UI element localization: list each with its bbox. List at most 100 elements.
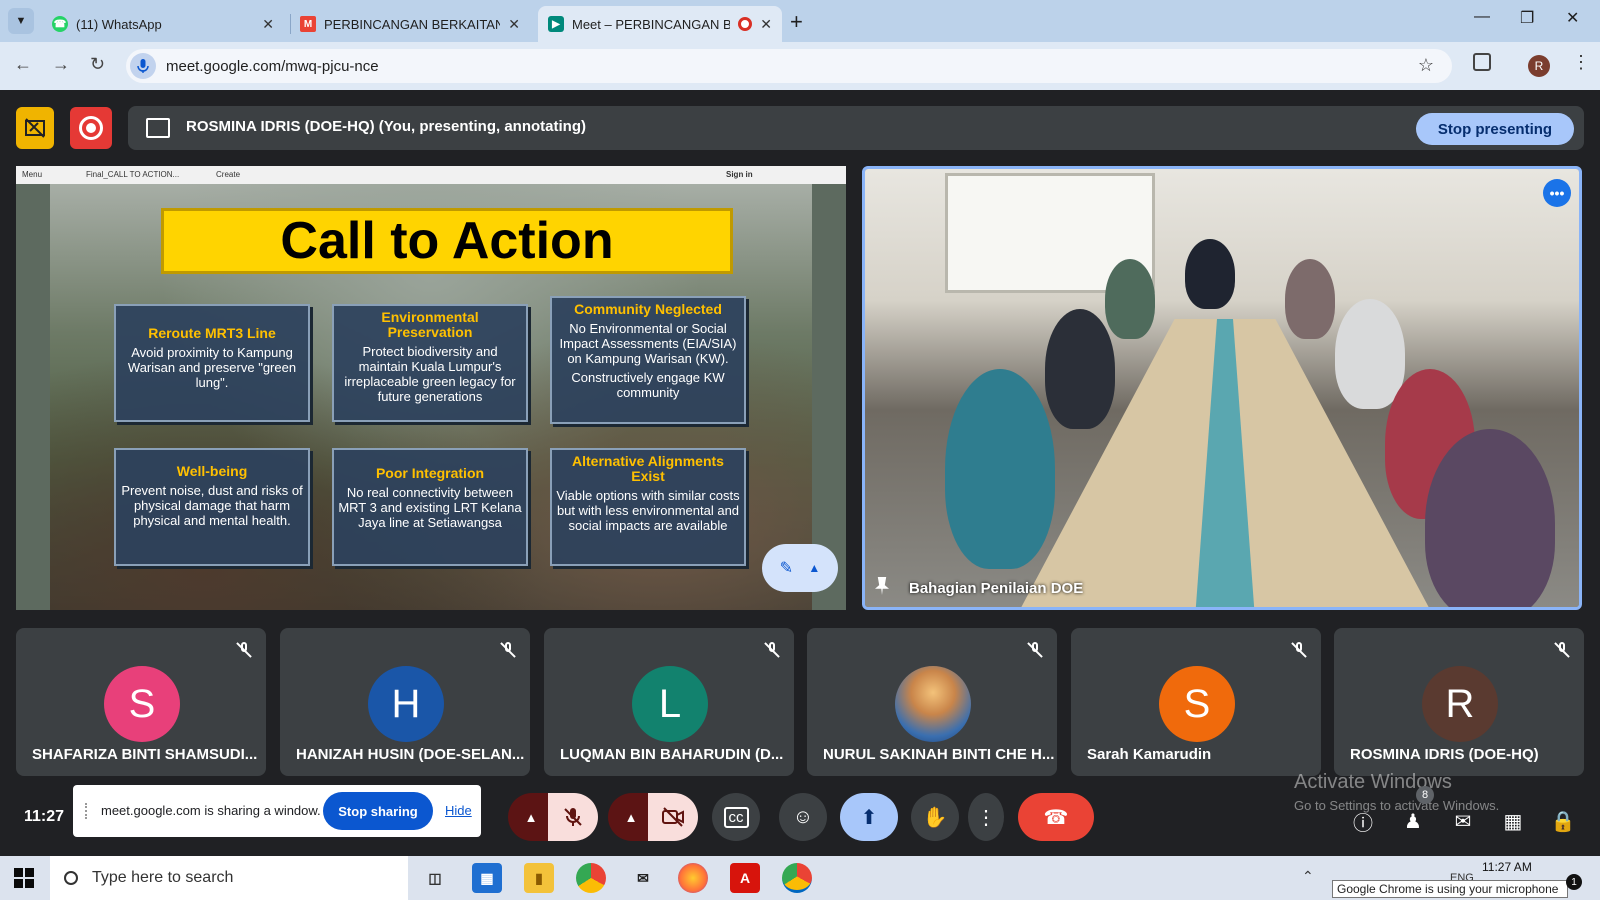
participant-tile[interactable]: NURUL SAKINAH BINTI CHE H... bbox=[807, 628, 1057, 776]
extensions-icon[interactable] bbox=[1473, 53, 1491, 71]
reactions-button[interactable]: ☺ bbox=[779, 793, 827, 841]
close-window-icon[interactable]: ✕ bbox=[1566, 8, 1579, 28]
new-tab-button[interactable]: + bbox=[790, 9, 803, 35]
presentation-tile[interactable]: Menu Final_CALL TO ACTION... Create Sign… bbox=[16, 166, 846, 610]
address-bar-row: ← → ↻ meet.google.com/mwq-pjcu-nce ☆ bbox=[0, 42, 1600, 90]
taskbar-search-input[interactable]: Type here to search bbox=[50, 856, 408, 900]
firefox-icon[interactable] bbox=[678, 863, 708, 893]
profile-avatar[interactable]: R bbox=[1528, 55, 1550, 77]
system-clock[interactable]: 11:27 AM bbox=[1482, 860, 1532, 874]
browser-menu-icon[interactable]: ⋮ bbox=[1572, 52, 1590, 73]
reload-icon[interactable]: ↻ bbox=[90, 54, 105, 75]
activities-icon[interactable]: ▦ bbox=[1500, 808, 1526, 834]
avatar: H bbox=[368, 666, 444, 742]
windows-start-icon[interactable] bbox=[14, 868, 34, 888]
store-icon[interactable]: ▦ bbox=[472, 863, 502, 893]
shared-signin-label: Sign in bbox=[726, 170, 753, 179]
url-input[interactable]: meet.google.com/mwq-pjcu-nce ☆ bbox=[126, 49, 1452, 83]
notification-count-badge[interactable]: 1 bbox=[1566, 874, 1582, 890]
recording-button[interactable] bbox=[70, 107, 112, 149]
more-options-button[interactable]: ⋮ bbox=[968, 793, 1004, 841]
present-now-button[interactable]: ⬆ bbox=[840, 793, 898, 841]
presenting-text: ROSMINA IDRIS (DOE-HQ) (You, presenting,… bbox=[186, 118, 586, 135]
participant-tile[interactable]: L LUQMAN BIN BAHARUDIN (D... bbox=[544, 628, 794, 776]
participant-name: Sarah Kamarudin bbox=[1087, 746, 1212, 763]
present-screen-icon: ⬆ bbox=[860, 806, 878, 829]
minimize-icon[interactable]: — bbox=[1474, 8, 1490, 26]
participant-tile[interactable]: R ROSMINA IDRIS (DOE-HQ) bbox=[1334, 628, 1584, 776]
close-tab-icon[interactable]: ✕ bbox=[262, 16, 274, 33]
sharing-text: meet.google.com is sharing a window. bbox=[101, 803, 321, 818]
tab-whatsapp[interactable]: ☎ (11) WhatsApp ✕ bbox=[42, 6, 284, 42]
raise-hand-button[interactable]: ✋ bbox=[911, 793, 959, 841]
box-heading: Well-being bbox=[176, 463, 248, 479]
tab-meet[interactable]: ▶ Meet – PERBINCANGAN BE ✕ bbox=[538, 6, 782, 42]
leave-call-button[interactable]: ☎ bbox=[1018, 793, 1094, 841]
meeting-details-icon[interactable]: ⓘ bbox=[1350, 808, 1376, 835]
host-controls-icon[interactable]: 🔒 bbox=[1550, 808, 1576, 834]
shared-create-label: Create bbox=[216, 170, 241, 179]
acrobat-icon[interactable]: A bbox=[730, 863, 760, 893]
people-icon[interactable]: ♟ bbox=[1400, 808, 1426, 834]
drag-handle-icon[interactable] bbox=[85, 803, 89, 819]
pinned-video-tile[interactable]: ••• Bahagian Penilaian DOE bbox=[862, 166, 1582, 610]
file-explorer-icon[interactable]: ▮ bbox=[524, 863, 554, 893]
more-options-icon[interactable]: ••• bbox=[1543, 179, 1571, 207]
chat-icon[interactable]: ✉ bbox=[1450, 808, 1476, 834]
box-heading: Environmental Preservation bbox=[381, 309, 479, 340]
bookmark-star-icon[interactable]: ☆ bbox=[1418, 55, 1434, 76]
mail-icon[interactable]: ✉ bbox=[628, 863, 658, 893]
hang-up-icon: ☎ bbox=[1043, 806, 1069, 829]
slide-box-reroute: Reroute MRT3 Line Avoid proximity to Kam… bbox=[114, 304, 310, 422]
recording-indicator-icon bbox=[738, 17, 753, 31]
hide-link[interactable]: Hide bbox=[445, 803, 472, 818]
stop-sharing-button[interactable]: Stop sharing bbox=[323, 792, 433, 830]
participant-figure bbox=[1285, 259, 1335, 339]
microphone-in-use-icon[interactable] bbox=[130, 53, 156, 79]
participant-figure bbox=[1045, 309, 1115, 429]
emoji-icon: ☺ bbox=[792, 805, 814, 828]
chrome-icon[interactable] bbox=[576, 863, 606, 893]
muted-mic-icon bbox=[1554, 642, 1570, 658]
task-view-icon[interactable]: ◫ bbox=[420, 863, 450, 893]
shared-window-toolbar: Menu Final_CALL TO ACTION... Create Sign… bbox=[16, 166, 846, 184]
annotation-toggle-button[interactable] bbox=[16, 107, 54, 149]
box-heading: Poor Integration bbox=[375, 465, 485, 481]
camera-toggle-button[interactable] bbox=[648, 793, 698, 841]
close-tab-icon[interactable]: ✕ bbox=[760, 16, 772, 33]
slide-box-community: Community Neglected No Environmental or … bbox=[550, 296, 746, 424]
forward-icon[interactable]: → bbox=[52, 54, 70, 75]
stop-presenting-button[interactable]: Stop presenting bbox=[1416, 113, 1574, 145]
participant-tile[interactable]: S Sarah Kamarudin bbox=[1071, 628, 1321, 776]
back-icon[interactable]: ← bbox=[14, 54, 32, 75]
slide-box-alternative: Alternative Alignments Exist Viable opti… bbox=[550, 448, 746, 566]
tab-label: Meet – PERBINCANGAN BE bbox=[572, 16, 731, 32]
captions-button[interactable]: cc bbox=[712, 793, 760, 841]
chrome-profile-icon[interactable] bbox=[782, 863, 812, 893]
microphone-toggle-button[interactable] bbox=[548, 793, 598, 841]
show-hidden-icons-icon[interactable]: ⌃ bbox=[1302, 868, 1314, 885]
chevron-up-icon: ▲ bbox=[624, 809, 638, 825]
box-body: No real connectivity between MRT 3 and e… bbox=[338, 485, 522, 530]
tab-gmail[interactable]: M PERBINCANGAN BERKAITAN BA ✕ bbox=[290, 6, 530, 42]
participant-name: NURUL SAKINAH BINTI CHE H... bbox=[823, 746, 1055, 763]
meeting-clock: 11:27 bbox=[24, 808, 65, 825]
participant-tile[interactable]: S SHAFARIZA BINTI SHAMSUDI... bbox=[16, 628, 266, 776]
pen-tool-icon[interactable]: ✎ bbox=[780, 558, 793, 578]
participant-figure bbox=[1425, 429, 1555, 607]
box-heading: Community Neglected bbox=[574, 301, 722, 317]
muted-mic-icon bbox=[764, 642, 780, 658]
chevron-up-icon[interactable]: ▲ bbox=[808, 561, 820, 575]
close-tab-icon[interactable]: ✕ bbox=[508, 16, 520, 33]
muted-mic-icon bbox=[1291, 642, 1307, 658]
avatar: S bbox=[104, 666, 180, 742]
restore-icon[interactable]: ❐ bbox=[1520, 8, 1534, 28]
box-body: Avoid proximity to Kampung Warisan and p… bbox=[127, 345, 297, 390]
people-count-badge: 8 bbox=[1416, 786, 1434, 804]
participant-tile[interactable]: H HANIZAH HUSIN (DOE-SELAN... bbox=[280, 628, 530, 776]
tab-search-button[interactable]: ▼ bbox=[8, 8, 34, 34]
annotation-controls[interactable]: ✎ ▲ bbox=[762, 544, 838, 592]
mic-off-icon bbox=[564, 808, 582, 826]
chevron-up-icon: ▲ bbox=[524, 809, 538, 825]
box-body: Viable options with similar costs but wi… bbox=[556, 488, 740, 533]
